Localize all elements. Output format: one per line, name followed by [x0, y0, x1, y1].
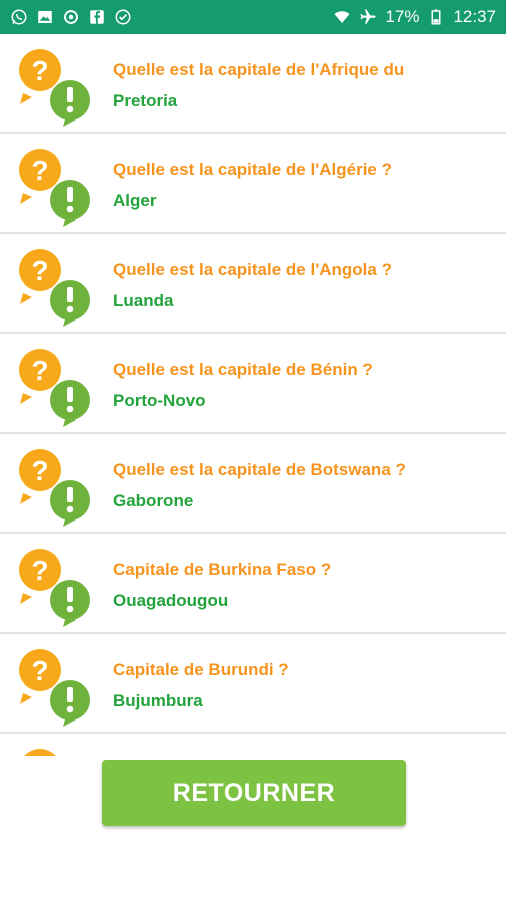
question-answer-icon: ?	[19, 349, 90, 427]
svg-text:?: ?	[31, 155, 48, 186]
svg-text:?: ?	[31, 755, 48, 756]
answer-text: Pretoria	[113, 91, 178, 110]
airplane-mode-icon	[359, 8, 377, 26]
answer-text: Luanda	[113, 291, 174, 310]
question-answer-icon: ?	[24, 749, 56, 756]
list-item[interactable]: ? Quelle est la capitale de l'Angola ? L…	[0, 234, 506, 334]
answer-text: Alger	[113, 191, 157, 210]
question-text: Capitale de Burkina Faso ?	[113, 560, 332, 579]
notification-icons	[10, 8, 132, 26]
qa-list[interactable]: ? Quelle est la capitale de l'Afrique du…	[0, 34, 506, 756]
check-circle-icon	[114, 8, 132, 26]
wifi-icon	[333, 8, 351, 26]
svg-text:?: ?	[31, 555, 48, 586]
question-answer-icon: ?	[19, 649, 90, 727]
question-text: Quelle est la capitale de l'Angola ?	[113, 260, 392, 279]
status-bar: 17% 12:37	[0, 0, 506, 34]
question-answer-icon: ?	[19, 549, 90, 627]
answer-text: Ouagadougou	[113, 591, 229, 610]
question-text: Quelle est la capitale de Botswana ?	[113, 460, 406, 479]
question-answer-icon: ?	[19, 449, 90, 527]
whatsapp-icon	[10, 8, 28, 26]
svg-text:?: ?	[31, 355, 48, 386]
list-item[interactable]: ? Quelle est la capitale de Botswana ? G…	[0, 434, 506, 534]
list-item[interactable]: ? Quelle est la capitale de l'Algérie ? …	[0, 134, 506, 234]
list-item[interactable]: ? Capitale de Burkina Faso ? Ouagadougou	[0, 534, 506, 634]
question-text: Capitale de Burundi ?	[113, 660, 289, 679]
svg-text:?: ?	[31, 55, 48, 86]
list-item[interactable]: ? Quelle est la capitale de l'Afrique du…	[0, 34, 506, 134]
question-answer-icon: ?	[19, 49, 90, 127]
answer-text: Bujumbura	[113, 691, 203, 710]
question-answer-icon: ?	[19, 149, 90, 227]
gallery-icon	[36, 8, 54, 26]
clock-time: 12:37	[453, 7, 496, 26]
list-item-partial[interactable]: ?	[0, 734, 506, 756]
question-answer-icon: ?	[19, 249, 90, 327]
answer-text: Gaborone	[113, 491, 194, 510]
question-text: Quelle est la capitale de l'Afrique du	[113, 60, 405, 79]
list-item[interactable]: ? Quelle est la capitale de Bénin ? Port…	[0, 334, 506, 434]
sync-icon	[62, 8, 80, 26]
battery-icon	[427, 8, 445, 26]
return-button[interactable]: RETOURNER	[102, 760, 406, 826]
list-item[interactable]: ? Capitale de Burundi ? Bujumbura	[0, 634, 506, 734]
system-status: 17% 12:37	[333, 7, 496, 27]
question-text: Quelle est la capitale de Bénin ?	[113, 360, 373, 379]
svg-text:?: ?	[31, 455, 48, 486]
svg-text:?: ?	[31, 655, 48, 686]
question-text: Quelle est la capitale de l'Algérie ?	[113, 160, 392, 179]
battery-percent: 17%	[385, 7, 420, 26]
svg-text:?: ?	[31, 255, 48, 286]
answer-text: Porto-Novo	[113, 391, 206, 410]
facebook-icon	[88, 8, 106, 26]
